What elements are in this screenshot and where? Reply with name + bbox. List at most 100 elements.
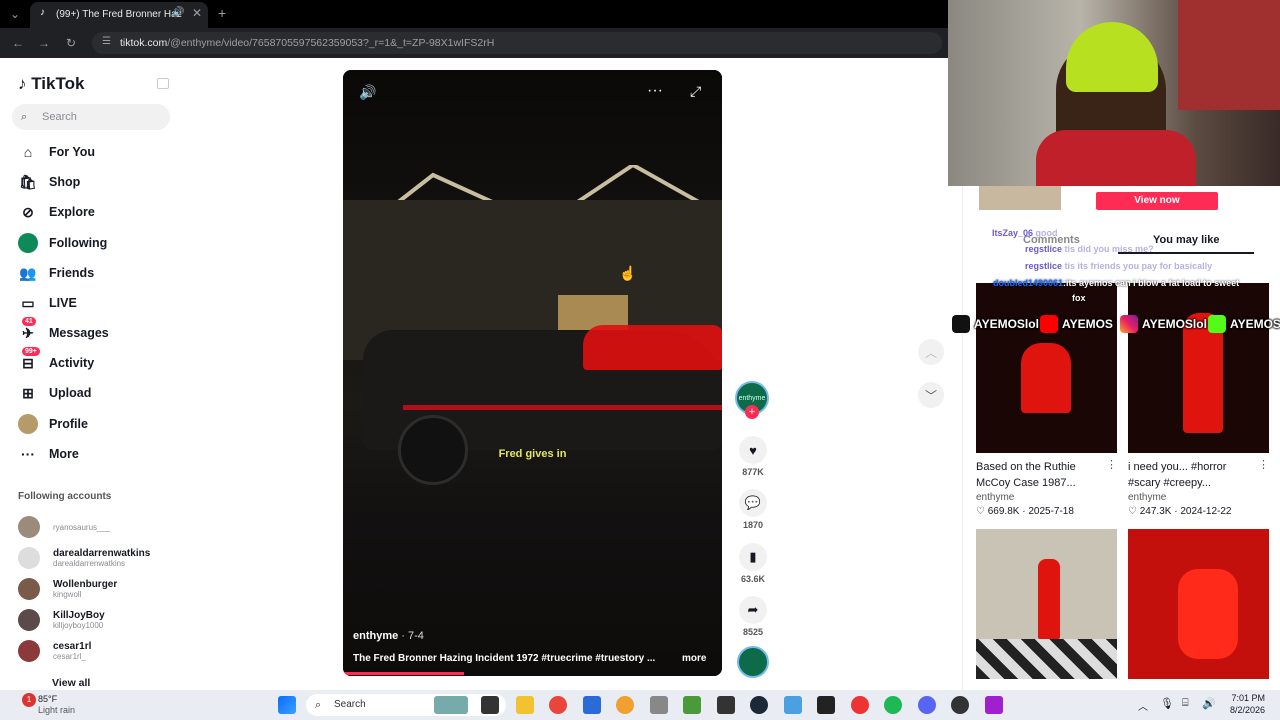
account-name: Wollenburger <box>53 579 118 590</box>
settings-icon[interactable] <box>650 696 668 714</box>
avatar <box>18 640 40 662</box>
video-card-thumbnail[interactable] <box>976 283 1117 453</box>
sidebar-item-shop[interactable]: 🛍 Shop <box>18 170 80 194</box>
steam-icon[interactable] <box>750 696 768 714</box>
task-view-icon[interactable] <box>481 696 499 714</box>
weather-alert-icon: 1 <box>22 693 36 707</box>
more-options-icon[interactable]: ··· <box>647 82 663 100</box>
video-card-thumbnail[interactable] <box>1128 529 1269 679</box>
account-username: cesar1rl_ <box>53 652 86 661</box>
video-card-author[interactable]: enthyme <box>1128 492 1166 503</box>
comment-button[interactable]: 💬 1870 <box>736 489 770 530</box>
file-explorer-icon[interactable] <box>516 696 534 714</box>
sidebar-item-upload[interactable]: ⊞ Upload <box>18 381 91 405</box>
browser-tab-bar: ⌄ (99+) The Fred Bronner Haz ♪ 🔊 ✕ + <box>0 0 948 28</box>
video-card-title[interactable]: Based on the Ruthie McCoy Case 1987... <box>976 459 1101 491</box>
video-player[interactable]: Fred gives in 🔊 ··· ⤢ enthyme · 7-4 The … <box>343 70 722 676</box>
speaker-icon[interactable]: 🔊 <box>172 7 184 18</box>
app-icon[interactable] <box>784 696 802 714</box>
sidebar-item-explore[interactable]: ⊘ Explore <box>18 200 95 224</box>
video-description: The Fred Bronner Hazing Incident 1972 #t… <box>353 653 656 664</box>
sidebar-item-label: For You <box>49 145 96 159</box>
back-icon[interactable]: ← <box>12 36 24 50</box>
card-more-icon[interactable]: ⋮ <box>1106 458 1117 471</box>
forward-icon[interactable]: → <box>38 36 50 50</box>
follow-button[interactable]: + <box>745 405 759 419</box>
sidebar-item-live[interactable]: ▭ LIVE <box>18 291 77 315</box>
url-field[interactable]: tiktok.com/@enthyme/video/76587055975623… <box>92 32 942 54</box>
volume-icon[interactable]: 🔊 <box>1202 697 1216 710</box>
minecraft-icon[interactable] <box>683 696 701 714</box>
search-input[interactable]: ⌕ Search <box>12 104 170 130</box>
sidebar-item-profile[interactable]: Profile <box>18 412 88 436</box>
network-icon[interactable]: ⌸ <box>1182 697 1189 710</box>
previous-video-button[interactable]: ︿ <box>918 339 944 365</box>
taskbar-search[interactable]: ⌕ Search <box>306 694 506 716</box>
video-card-author[interactable]: enthyme <box>976 492 1014 503</box>
share-button[interactable]: ➦ 8525 <box>736 596 770 637</box>
new-tab-icon[interactable]: + <box>218 5 226 21</box>
search-placeholder: Search <box>42 111 77 123</box>
discord-icon[interactable] <box>918 696 936 714</box>
card-likes: 669.8K <box>987 506 1020 517</box>
view-now-button[interactable]: View now <box>1096 192 1218 210</box>
tray-chevron-icon[interactable]: ︿ <box>1138 698 1148 713</box>
chrome-active-icon[interactable] <box>616 696 634 714</box>
view-all-link[interactable]: View all <box>52 677 90 689</box>
windows-start-icon[interactable] <box>278 696 296 714</box>
collapse-sidebar-icon[interactable] <box>157 78 169 89</box>
capcut-icon[interactable] <box>717 696 735 714</box>
following-account[interactable]: ryanosaurus___ <box>18 512 110 542</box>
more-button[interactable]: more <box>682 653 706 664</box>
taskbar-date[interactable]: 8/2/2026 <box>1225 705 1265 715</box>
profile-icon <box>18 414 38 434</box>
following-account[interactable]: Wollenburger kingwoll <box>18 574 117 604</box>
taskbar-time[interactable]: 7:01 PM <box>1225 693 1265 703</box>
volume-icon[interactable]: 🔊 <box>359 84 376 101</box>
epic-games-icon[interactable] <box>817 696 835 714</box>
video-card-thumbnail[interactable] <box>1128 283 1269 453</box>
tiktok-favicon-icon: ♪ <box>40 7 45 18</box>
tiktok-logo[interactable]: ♪ TikTok <box>18 74 84 94</box>
tab-close-icon[interactable]: ✕ <box>192 6 202 20</box>
video-card-thumbnail[interactable] <box>976 529 1117 679</box>
video-author[interactable]: enthyme · 7-4 <box>353 630 424 642</box>
tab-you-may-like[interactable]: You may like <box>1153 234 1219 246</box>
video-card-title[interactable]: i need you... #horror #scary #creepy... <box>1128 459 1253 491</box>
microphone-icon[interactable]: 🎙 <box>1160 697 1174 710</box>
following-account[interactable]: cesar1rl cesar1rl_ <box>18 636 91 666</box>
following-account[interactable]: darealdarrenwatkins darealdarrenwatkins <box>18 543 150 573</box>
weather-temp[interactable]: 85°F <box>38 694 57 704</box>
sidebar-item-friends[interactable]: 👥 Friends <box>18 261 94 285</box>
sidebar-item-label: Explore <box>49 205 95 219</box>
sidebar-item-following[interactable]: Following <box>18 231 107 255</box>
weather-desc[interactable]: Light rain <box>38 705 75 715</box>
logo-text: TikTok <box>31 74 85 93</box>
fullscreen-icon[interactable]: ⤢ <box>690 83 701 100</box>
following-account[interactable]: KillJoyBoy killjoyboy1000 <box>18 605 105 635</box>
chat-text: :its ayemos can i blow a fat load to swe… <box>1063 278 1240 288</box>
site-info-icon[interactable]: ☰ <box>102 36 111 47</box>
app-icon[interactable] <box>951 696 969 714</box>
card-more-icon[interactable]: ⋮ <box>1258 458 1269 471</box>
video-progress-bar[interactable] <box>343 672 465 675</box>
obs-icon[interactable] <box>851 696 869 714</box>
sidebar-item-for-you[interactable]: ⌂ For You <box>18 140 95 164</box>
spotify-icon[interactable] <box>884 696 902 714</box>
tab-list-icon[interactable]: ⌄ <box>10 7 20 21</box>
reload-icon[interactable]: ↻ <box>66 36 76 50</box>
sidebar-item-activity[interactable]: ⊟ 99+ Activity <box>18 347 94 375</box>
app-icon[interactable] <box>985 696 1003 714</box>
like-button[interactable]: ♥ 877K <box>736 436 770 477</box>
heart-outline-icon: ♡ <box>976 506 985 517</box>
next-video-button[interactable]: ﹀ <box>918 382 944 408</box>
chat-message: ItsZay_06 good <box>992 228 1058 238</box>
sidebar-item-label: LIVE <box>49 296 77 310</box>
sidebar-item-more[interactable]: ··· More <box>18 442 79 466</box>
sidebar-item-messages[interactable]: ✈ 41 Messages <box>18 317 109 345</box>
chrome-icon[interactable] <box>549 696 567 714</box>
music-disc-icon[interactable] <box>737 646 769 678</box>
save-button[interactable]: ▮ 63.6K <box>736 543 770 584</box>
store-icon[interactable] <box>583 696 601 714</box>
sidebar-item-label: Messages <box>49 326 109 340</box>
